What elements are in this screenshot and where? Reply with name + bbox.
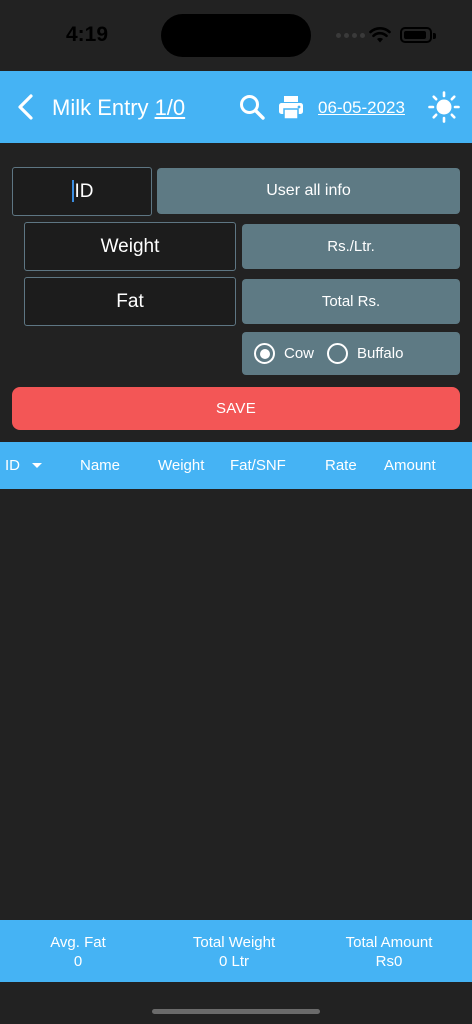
milk-type-buffalo-label: Buffalo — [357, 345, 404, 362]
status-icons — [336, 26, 436, 46]
summary-total-amount: Total Amount Rs0 — [329, 933, 449, 971]
weight-input[interactable]: Weight — [24, 222, 236, 271]
summary-footer: Avg. Fat 0 Total Weight 0 Ltr Total Amou… — [0, 920, 472, 982]
milk-type-selector: Cow Buffalo — [242, 332, 460, 375]
status-bar: 4:19 — [0, 0, 472, 71]
status-time: 4:19 — [66, 23, 109, 46]
weight-input-placeholder: Weight — [100, 235, 160, 257]
date-selector[interactable]: 06-05-2023 — [318, 98, 405, 118]
summary-total-weight-label: Total Weight — [192, 934, 276, 951]
total-amount-display: Total Rs. — [242, 279, 460, 324]
summary-total-weight-value: 0 Ltr — [218, 953, 249, 970]
column-header-amount: Amount — [384, 457, 436, 474]
column-header-id-label: ID — [5, 457, 20, 474]
wifi-icon — [369, 27, 391, 43]
battery-tip — [433, 33, 436, 39]
dynamic-island — [161, 14, 311, 57]
summary-avg-fat-label: Avg. Fat — [50, 934, 106, 951]
table-header: ID Name Weight Fat/SNF Rate Amount — [0, 442, 472, 489]
sun-icon[interactable] — [428, 91, 460, 123]
cellular-signal-icon — [336, 33, 365, 38]
save-button[interactable]: SAVE — [12, 387, 460, 430]
column-header-id[interactable]: ID — [5, 457, 42, 474]
radio-unchecked-icon[interactable] — [327, 343, 349, 364]
id-input-value: ID — [74, 180, 94, 202]
summary-total-amount-value: Rs0 — [375, 953, 403, 970]
summary-total-amount-label: Total Amount — [345, 934, 433, 951]
column-header-fat-snf: Fat/SNF — [230, 457, 286, 474]
rate-per-liter-display: Rs./Ltr. — [242, 224, 460, 269]
entry-count-link[interactable]: 1/0 — [155, 95, 186, 120]
entries-table-body[interactable] — [0, 489, 472, 920]
fat-input[interactable]: Fat — [24, 277, 236, 326]
id-input[interactable]: ID — [12, 167, 152, 216]
radio-checked-icon[interactable] — [254, 343, 275, 364]
milk-type-buffalo-option[interactable]: Buffalo — [327, 343, 403, 364]
print-icon[interactable] — [277, 93, 305, 121]
search-icon[interactable] — [238, 93, 266, 121]
user-all-info-button[interactable]: User all info — [157, 168, 460, 214]
page-title-text: Milk Entry — [52, 95, 149, 120]
summary-avg-fat-value: 0 — [73, 953, 83, 970]
app-header: Milk Entry 1/0 06-05-2023 — [0, 71, 472, 143]
home-indicator[interactable] — [152, 1009, 320, 1014]
fat-input-placeholder: Fat — [116, 290, 144, 312]
page-title: Milk Entry 1/0 — [52, 95, 185, 121]
battery-icon — [400, 27, 432, 43]
column-header-weight: Weight — [158, 457, 205, 474]
summary-total-weight: Total Weight 0 Ltr — [174, 933, 294, 971]
summary-avg-fat: Avg. Fat 0 — [28, 933, 128, 971]
milk-type-cow-option[interactable]: Cow — [254, 343, 314, 364]
sort-caret-down-icon[interactable] — [32, 463, 42, 468]
chevron-left-icon[interactable] — [14, 93, 38, 121]
milk-type-cow-label: Cow — [284, 345, 315, 362]
column-header-name: Name — [80, 457, 121, 474]
column-header-rate: Rate — [325, 457, 357, 474]
text-cursor — [71, 179, 74, 202]
